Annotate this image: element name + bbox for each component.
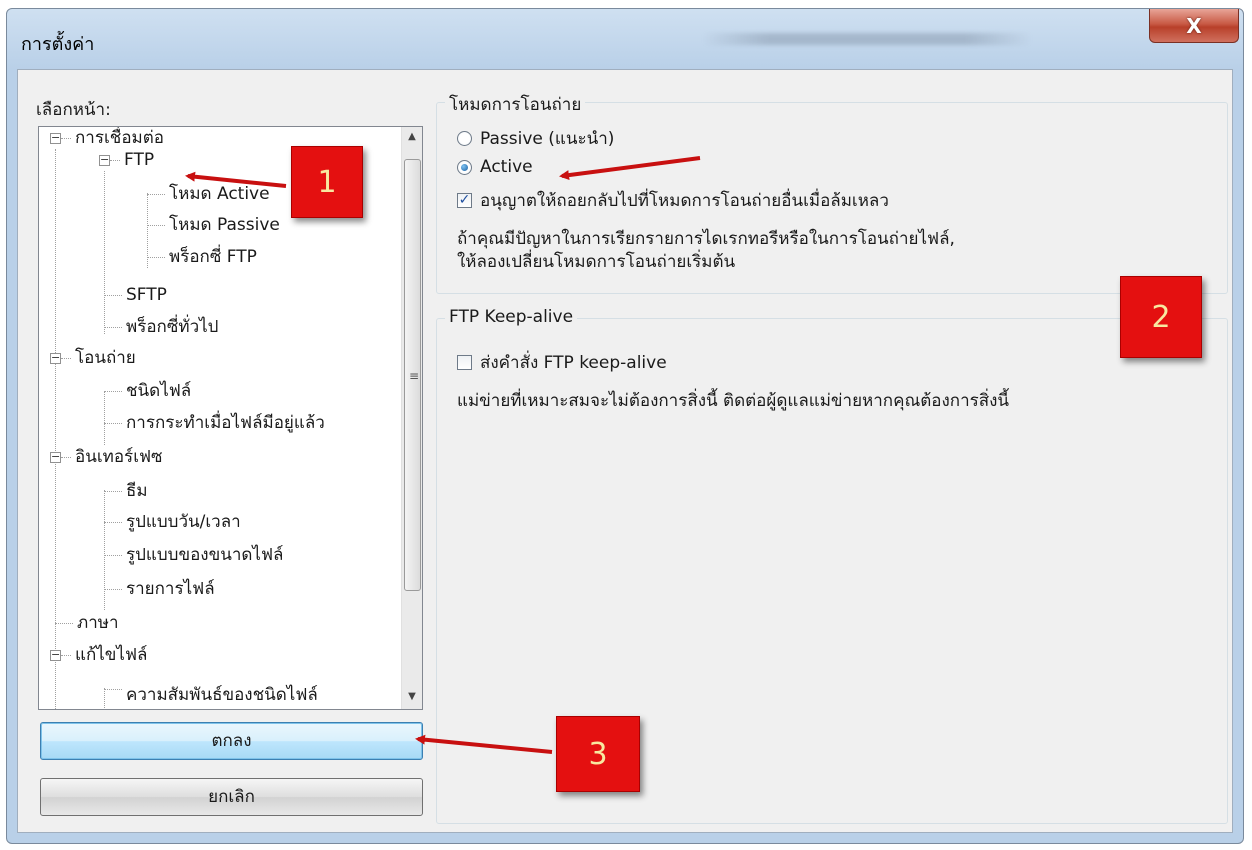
tree-item-label: ความสัมพันธ์ของชนิดไฟล์ xyxy=(126,685,318,705)
fallback-label: อนุญาตให้ถอยกลับไปที่โหมดการโอนถ่ายอื่นเ… xyxy=(480,191,889,211)
tree-item-ftp-proxy[interactable]: พร็อกซี่ FTP xyxy=(167,246,259,268)
tree-item-language[interactable]: ภาษา xyxy=(75,612,121,634)
page-tree[interactable]: − − − − − การเชื่อมต่อ FTP โหมด Active โ… xyxy=(38,126,423,710)
tree-line xyxy=(55,149,56,709)
tree-item-label: FTP xyxy=(122,150,157,170)
tree-item-active-mode[interactable]: โหมด Active xyxy=(167,183,272,205)
collapse-icon[interactable]: − xyxy=(50,649,61,661)
passive-option[interactable]: Passive (แนะนำ) xyxy=(457,125,614,152)
tree-item-label: พร็อกซี่ FTP xyxy=(169,247,257,267)
tree-line xyxy=(61,457,71,458)
keepalive-note: แม่ข่ายที่เหมาะสมจะไม่ต้องการสิ่งนี้ ติด… xyxy=(457,391,1010,411)
tree-item-label: การกระทำเมื่อไฟล์มีอยู่แล้ว xyxy=(126,413,325,433)
tree-line xyxy=(104,171,105,334)
tree-line xyxy=(147,225,165,226)
tree-line xyxy=(104,327,122,328)
collapse-icon[interactable]: − xyxy=(50,352,61,364)
active-label: Active xyxy=(480,157,533,177)
tree-line xyxy=(104,490,105,610)
fallback-checkbox[interactable]: ✓ xyxy=(457,193,472,208)
fallback-option[interactable]: ✓ อนุญาตให้ถอยกลับไปที่โหมดการโอนถ่ายอื่น… xyxy=(457,187,889,214)
tree-item-themes[interactable]: ธีม xyxy=(124,480,150,502)
passive-label: Passive (แนะนำ) xyxy=(480,129,615,149)
keepalive-group: FTP Keep-alive ส่งคำสั่ง FTP keep-alive … xyxy=(436,307,1228,824)
blurred-title-text xyxy=(702,33,1032,45)
annotation-marker-2: 2 xyxy=(1120,276,1202,358)
tree-item-file-types[interactable]: ชนิดไฟล์ xyxy=(124,380,193,402)
window-title: การตั้งค่า xyxy=(21,34,95,55)
tree-item-label: รูปแบบของขนาดไฟล์ xyxy=(126,545,284,565)
tree-item-label: อินเทอร์เฟซ xyxy=(75,447,163,467)
ok-button[interactable]: ตกลง xyxy=(40,722,423,760)
scroll-grip-icon: ≡ xyxy=(409,369,420,383)
tree-item-label: ภาษา xyxy=(77,613,119,633)
close-button[interactable]: X xyxy=(1149,9,1239,43)
tree-line xyxy=(104,423,122,424)
tree-line xyxy=(147,194,165,195)
tree-line xyxy=(61,138,71,139)
tree-item-label: แก้ไขไฟล์ xyxy=(75,645,148,665)
tree-line xyxy=(147,257,165,258)
tree-line xyxy=(104,491,122,492)
tree-item-label: การเชื่อมต่อ xyxy=(75,128,164,148)
tree-item-filesize-format[interactable]: รูปแบบของขนาดไฟล์ xyxy=(124,544,285,566)
scroll-down-icon[interactable]: ▼ xyxy=(402,687,422,707)
tree-item-date-time-format[interactable]: รูปแบบวัน/เวลา xyxy=(124,511,243,533)
tree-line xyxy=(104,295,122,296)
tree-item-label: รูปแบบวัน/เวลา xyxy=(126,512,241,532)
tree-line xyxy=(110,160,120,161)
active-radio[interactable] xyxy=(457,159,472,175)
keepalive-label: ส่งคำสั่ง FTP keep-alive xyxy=(480,353,667,373)
tree-item-generic-proxy[interactable]: พร็อกซี่ทั่วไป xyxy=(124,316,220,338)
tree-line xyxy=(104,689,122,690)
scroll-thumb[interactable]: ≡ xyxy=(404,159,421,591)
tree-item-passive-mode[interactable]: โหมด Passive xyxy=(167,214,282,236)
tree-line xyxy=(104,589,122,590)
tree-item-label: SFTP xyxy=(126,285,167,305)
active-option[interactable]: Active xyxy=(457,157,533,177)
collapse-icon[interactable]: − xyxy=(50,132,61,144)
tree-item-label: พร็อกซี่ทั่วไป xyxy=(126,317,219,337)
keepalive-legend: FTP Keep-alive xyxy=(445,307,578,327)
tree-line xyxy=(104,391,122,392)
annotation-marker-3: 3 xyxy=(556,716,640,792)
tree-item-connection[interactable]: การเชื่อมต่อ xyxy=(73,127,166,149)
tree-line xyxy=(55,623,73,624)
tree-line xyxy=(104,555,122,556)
select-page-label: เลือกหน้า: xyxy=(36,100,111,120)
passive-radio[interactable] xyxy=(457,131,472,146)
tree-item-file-editing[interactable]: แก้ไขไฟล์ xyxy=(73,644,149,666)
tree-item-interface[interactable]: อินเทอร์เฟซ xyxy=(73,446,165,468)
tree-line xyxy=(61,358,71,359)
tree-item-ftp[interactable]: FTP xyxy=(122,149,157,171)
tree-item-file-exists-action[interactable]: การกระทำเมื่อไฟล์มีอยู่แล้ว xyxy=(124,412,327,434)
keepalive-checkbox[interactable] xyxy=(457,355,472,370)
annotation-marker-1: 1 xyxy=(291,146,363,218)
collapse-icon[interactable]: − xyxy=(99,154,110,166)
tree-line xyxy=(104,522,122,523)
transfer-mode-group: โหมดการโอนถ่าย Passive (แนะนำ) Active ✓ อ… xyxy=(436,91,1228,294)
tree-item-label: ชนิดไฟล์ xyxy=(126,381,192,401)
tree-scrollbar[interactable]: ▲ ≡ ▼ xyxy=(401,127,422,709)
cancel-button[interactable]: ยกเลิก xyxy=(40,778,423,816)
collapse-icon[interactable]: − xyxy=(50,451,61,463)
tree-line xyxy=(104,391,105,445)
transfer-mode-legend: โหมดการโอนถ่าย xyxy=(445,91,586,118)
tree-line xyxy=(61,655,71,656)
hint-line-2: ให้ลองเปลี่ยนโหมดการโอนถ่ายเริ่มต้น xyxy=(457,252,736,272)
tree-item-filetype-associations[interactable]: ความสัมพันธ์ของชนิดไฟล์ xyxy=(124,684,320,706)
tree-line xyxy=(104,688,105,709)
tree-item-label: โหมด Active xyxy=(169,184,270,204)
title-bar[interactable]: การตั้งค่า X xyxy=(7,9,1243,69)
tree-item-sftp[interactable]: SFTP xyxy=(124,284,169,306)
close-icon: X xyxy=(1186,13,1202,38)
tree-item-label: โหมด Passive xyxy=(169,215,280,235)
scroll-up-icon[interactable]: ▲ xyxy=(402,127,422,147)
tree-item-file-lists[interactable]: รายการไฟล์ xyxy=(124,578,217,600)
tree-item-label: ธีม xyxy=(126,481,148,501)
tree-item-label: รายการไฟล์ xyxy=(126,579,215,599)
keepalive-option[interactable]: ส่งคำสั่ง FTP keep-alive xyxy=(457,349,667,376)
tree-item-transfers[interactable]: โอนถ่าย xyxy=(73,347,138,369)
tree-item-label: โอนถ่าย xyxy=(75,348,136,368)
